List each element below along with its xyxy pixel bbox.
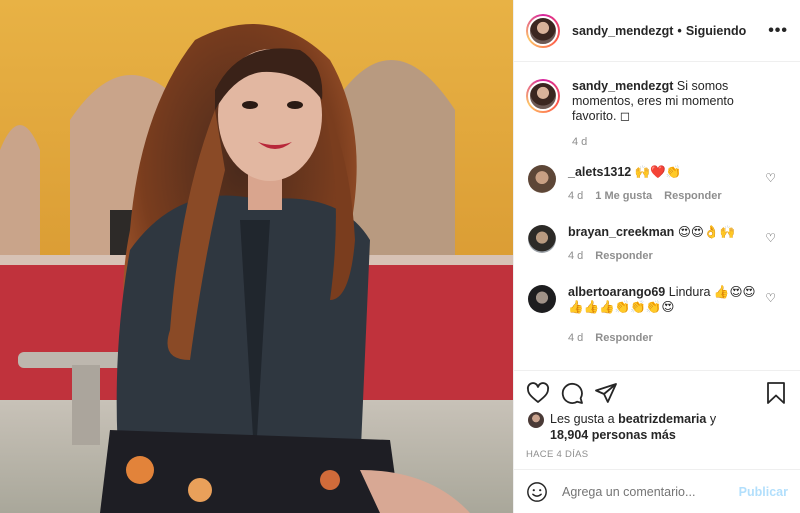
comment-time[interactable]: 4 d xyxy=(568,250,583,262)
author-avatar[interactable] xyxy=(526,13,560,48)
comment-like-heart-icon[interactable]: ♡ xyxy=(765,171,776,185)
share-icon[interactable] xyxy=(594,381,618,405)
author-username[interactable]: sandy_mendezgt xyxy=(572,24,673,38)
likes-text: Les gusta a beatrizdemaria y 18,904 pers… xyxy=(550,411,716,443)
comment-meta: 4 d 1 Me gusta Responder xyxy=(568,190,768,202)
add-comment-bar: Publicar xyxy=(514,469,800,513)
heart-icon[interactable] xyxy=(526,381,550,405)
comment-likes-count[interactable]: 1 Me gusta xyxy=(595,190,652,202)
reply-button[interactable]: Responder xyxy=(595,332,652,344)
comment-body: albertoarango69 Lindura 👍😍😍👍👍👍👏👏👏😍 4 d R… xyxy=(568,285,768,355)
comment-time[interactable]: 4 d xyxy=(568,332,583,344)
more-options-icon[interactable]: ••• xyxy=(768,22,788,40)
reply-button[interactable]: Responder xyxy=(595,250,652,262)
comment-time[interactable]: 4 d xyxy=(568,190,583,202)
comment-item: _alets1312 🙌❤️👏 4 d 1 Me gusta Responder… xyxy=(526,165,788,225)
post-panel: sandy_mendezgt • Siguiendo ••• sandy_men… xyxy=(513,0,800,513)
caption-body: sandy_mendezgt Si somos momentos, eres m… xyxy=(572,79,772,165)
comment-username[interactable]: brayan_creekman xyxy=(568,225,674,239)
comment-username[interactable]: albertoarango69 xyxy=(568,285,665,299)
bookmark-icon[interactable] xyxy=(764,381,788,405)
reply-button[interactable]: Responder xyxy=(664,190,721,202)
likes-others-link[interactable]: 18,904 personas más xyxy=(550,428,676,442)
likes-prefix: Les gusta a xyxy=(550,412,615,426)
comment-body: brayan_creekman 😍😍👌🙌 4 d Responder xyxy=(568,225,768,285)
post-comment-button[interactable]: Publicar xyxy=(739,485,788,499)
liker-username[interactable]: beatrizdemaria xyxy=(618,412,706,426)
caption-username[interactable]: sandy_mendezgt xyxy=(572,79,673,93)
comment-body: _alets1312 🙌❤️👏 4 d 1 Me gusta Responder xyxy=(568,165,768,225)
comment-like-heart-icon[interactable]: ♡ xyxy=(765,231,776,245)
caption-time[interactable]: 4 d xyxy=(572,135,587,150)
likes-summary: Les gusta a beatrizdemaria y 18,904 pers… xyxy=(526,411,788,443)
comment-item: brayan_creekman 😍😍👌🙌 4 d Responder ♡ xyxy=(526,225,788,285)
caption-meta: 4 d xyxy=(572,135,772,150)
liker-avatar[interactable] xyxy=(528,412,544,428)
post-photo[interactable] xyxy=(0,0,513,513)
author-info: sandy_mendezgt • Siguiendo xyxy=(572,24,746,38)
comment-icon[interactable] xyxy=(560,381,584,405)
comment-meta: 4 d Responder xyxy=(568,332,768,344)
post-header: sandy_mendezgt • Siguiendo ••• xyxy=(514,0,800,62)
comment-username[interactable]: _alets1312 xyxy=(568,165,631,179)
commenter-avatar[interactable] xyxy=(528,285,556,313)
comment-text: 🙌❤️👏 xyxy=(634,165,682,179)
comment-meta: 4 d Responder xyxy=(568,250,768,262)
comment-input[interactable] xyxy=(562,484,739,499)
emoji-icon[interactable] xyxy=(526,481,548,503)
commenter-avatar[interactable] xyxy=(528,225,556,253)
caption: sandy_mendezgt Si somos momentos, eres m… xyxy=(526,79,788,165)
comment-like-heart-icon[interactable]: ♡ xyxy=(765,291,776,305)
separator-dot: • xyxy=(677,23,682,38)
post-image xyxy=(0,0,513,513)
action-icons xyxy=(526,381,788,405)
comment-text: 😍😍👌🙌 xyxy=(677,225,736,239)
likes-join: y xyxy=(709,412,717,426)
follow-status-button[interactable]: Siguiendo xyxy=(686,24,746,38)
comment-item: albertoarango69 Lindura 👍😍😍👍👍👍👏👏👏😍 4 d R… xyxy=(526,285,788,355)
post-timestamp[interactable]: HACE 4 DÍAS xyxy=(526,449,788,460)
post-actions: Les gusta a beatrizdemaria y 18,904 pers… xyxy=(514,370,800,460)
caption-avatar[interactable] xyxy=(526,79,560,113)
comments-section: sandy_mendezgt Si somos momentos, eres m… xyxy=(514,63,800,370)
commenter-avatar[interactable] xyxy=(528,165,556,193)
